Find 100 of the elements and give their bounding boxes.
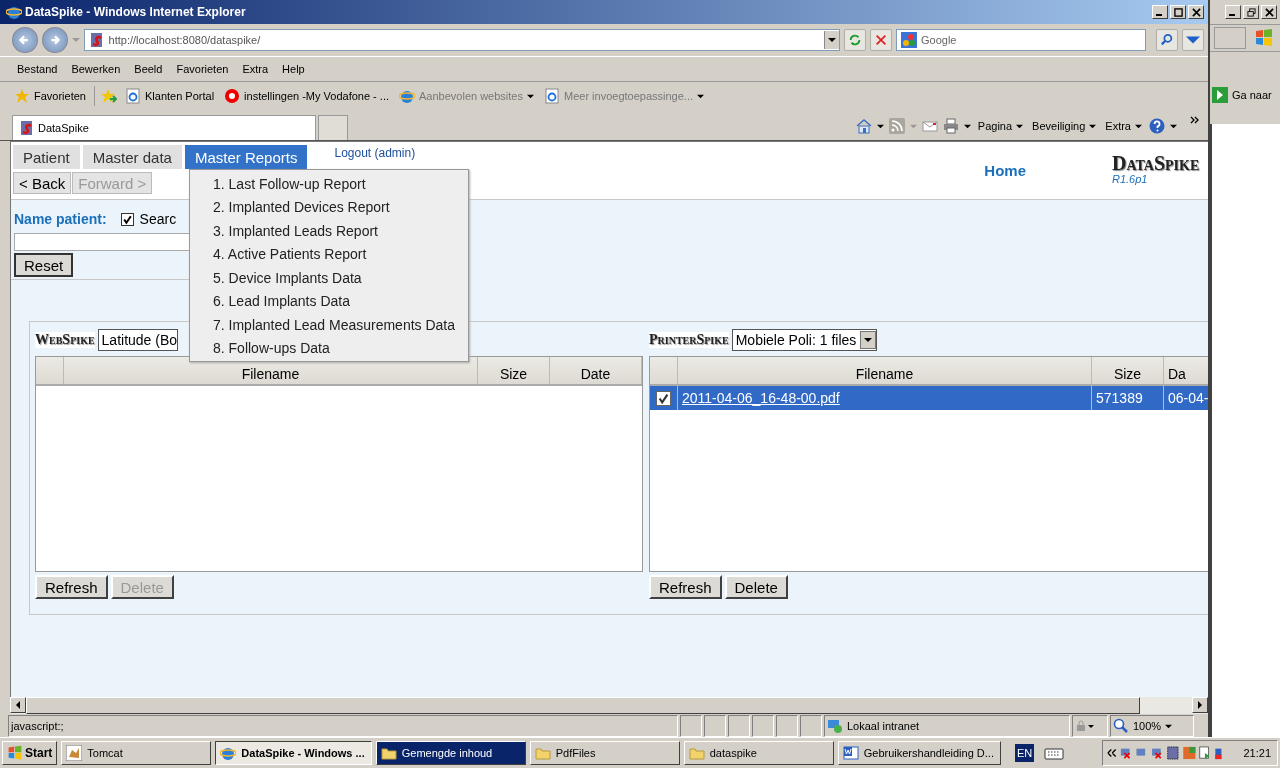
favorite-link[interactable]: instellingen -My Vodafone - ... xyxy=(222,88,391,104)
status-text: javascript:; xyxy=(8,715,678,737)
home-icon[interactable] xyxy=(855,118,872,134)
menu-item[interactable]: Favorieten xyxy=(169,63,236,75)
keyboard-icon[interactable] xyxy=(1044,746,1065,760)
nav-tab[interactable]: Master Reports xyxy=(184,145,308,169)
search-icon xyxy=(1160,33,1175,47)
globe-icon xyxy=(399,88,415,104)
clock: 21:21 xyxy=(1243,747,1271,759)
minimize-button[interactable] xyxy=(1152,5,1168,19)
folder-icon xyxy=(688,745,705,761)
mail-icon[interactable] xyxy=(921,118,938,134)
search-button[interactable] xyxy=(1156,29,1179,51)
caret-icon[interactable] xyxy=(1170,122,1177,130)
document-icon xyxy=(842,745,859,761)
checkbox[interactable] xyxy=(656,390,671,406)
search-box[interactable]: Google xyxy=(896,29,1147,51)
command-menu[interactable]: Pagina xyxy=(975,120,1026,132)
close-button[interactable] xyxy=(1261,5,1277,19)
site-icon xyxy=(88,32,105,48)
app-logo: DataSpike xyxy=(1112,152,1201,175)
panel-logo: PrinterSpike xyxy=(649,332,729,348)
checkbox[interactable] xyxy=(120,212,134,226)
search-options-button[interactable] xyxy=(1182,29,1204,51)
browser-logo-icon xyxy=(6,4,22,20)
source-select[interactable]: Latitude (Bo xyxy=(97,329,179,351)
more-icon[interactable] xyxy=(1190,116,1200,124)
horizontal-scrollbar[interactable] xyxy=(10,697,1208,714)
restore-button[interactable] xyxy=(1243,5,1259,19)
reset-button[interactable]: Reset xyxy=(14,253,74,277)
menu-item[interactable]: 4. Active Patients Report xyxy=(190,242,468,266)
windows-logo-icon xyxy=(7,745,23,761)
scroll-left-icon xyxy=(14,701,22,709)
history-button[interactable]: < Back xyxy=(13,172,72,194)
command-menu[interactable]: Extra xyxy=(1103,120,1144,132)
nav-tab[interactable]: Master data xyxy=(82,145,182,169)
menu-item[interactable]: 8. Follow-ups Data xyxy=(190,336,468,360)
caret-icon xyxy=(527,92,534,100)
caret-icon[interactable] xyxy=(876,122,884,130)
logout-link[interactable]: Logout (admin) xyxy=(334,146,416,160)
panel-button[interactable]: Refresh xyxy=(35,575,108,599)
stop-button[interactable] xyxy=(870,29,892,51)
taskbar-item[interactable]: dataspike xyxy=(683,741,834,765)
menu-item[interactable]: Beeld xyxy=(127,63,170,75)
target-icon xyxy=(224,88,241,104)
windows-logo-icon xyxy=(1254,28,1274,48)
folder-icon xyxy=(380,745,397,761)
menu-item[interactable]: 3. Implanted Leads Report xyxy=(190,219,468,243)
help-icon[interactable] xyxy=(1149,118,1165,134)
forward-button[interactable] xyxy=(41,27,68,53)
status-pane xyxy=(680,715,702,737)
menu-item[interactable]: 1. Last Follow-up Report xyxy=(190,172,468,196)
file-link[interactable]: 2011-04-06_16-48-00.pdf xyxy=(682,390,840,406)
zoom-level[interactable]: 100% xyxy=(1110,715,1194,737)
home-link[interactable]: Home xyxy=(984,162,1026,179)
menu-item[interactable]: Extra xyxy=(235,63,276,75)
browser-tab[interactable]: DataSpike xyxy=(12,115,316,140)
menu-item[interactable]: 7. Implanted Lead Measurements Data xyxy=(190,313,468,337)
taskbar-item[interactable]: DataSpike - Windows ... xyxy=(215,741,372,765)
status-pane xyxy=(776,715,798,737)
lock-icon xyxy=(1075,720,1095,732)
print-icon[interactable] xyxy=(942,118,959,134)
caret-icon xyxy=(1135,122,1142,130)
menu-item[interactable]: Bestand xyxy=(10,63,65,75)
protected-mode-button[interactable] xyxy=(1072,715,1108,737)
menu-item[interactable]: 2. Implanted Devices Report xyxy=(190,195,468,219)
panel-button[interactable]: Refresh xyxy=(649,575,722,599)
menu-item[interactable]: Help xyxy=(275,63,312,75)
start-button[interactable]: Start xyxy=(2,741,58,765)
panel-logo: WebSpike xyxy=(35,332,95,348)
menu-item[interactable]: Bewerken xyxy=(64,63,128,75)
app-icon xyxy=(66,745,83,761)
caret-icon[interactable] xyxy=(963,122,971,130)
back-button[interactable] xyxy=(12,27,38,53)
site-icon xyxy=(19,120,35,136)
command-menu[interactable]: Beveiliging xyxy=(1030,120,1099,132)
nav-tab[interactable]: Patient xyxy=(13,145,80,169)
window-title: DataSpike - Windows Internet Explorer xyxy=(25,5,247,19)
address-field[interactable]: http://localhost:8080/dataspike/ xyxy=(83,29,841,51)
go-button[interactable]: Ga naar xyxy=(1210,87,1274,103)
favorites-button[interactable]: Favorieten xyxy=(12,88,88,104)
security-zone: Lokaal intranet xyxy=(824,715,1070,737)
status-pane xyxy=(752,715,774,737)
menu-item[interactable]: 6. Lead Implants Data xyxy=(190,289,468,313)
table-row[interactable]: 2011-04-06_16-48-00.pdf 571389 06-04- xyxy=(650,386,1208,410)
taskbar-item[interactable]: PdfFiles xyxy=(529,741,680,765)
caret-icon xyxy=(1089,122,1097,130)
column-header: Filename xyxy=(678,357,1092,384)
close-button[interactable] xyxy=(1188,5,1204,19)
taskbar-item[interactable]: Tomcat xyxy=(61,741,212,765)
source-select[interactable]: Mobiele Poli: 1 files xyxy=(731,329,878,351)
language-indicator[interactable]: EN xyxy=(1014,744,1035,762)
dropdown-arrow-icon[interactable] xyxy=(864,336,873,344)
taskbar-item[interactable]: Gemengde inhoud xyxy=(375,741,526,765)
favorite-link[interactable]: Klanten Portal xyxy=(123,88,217,104)
minimize-button[interactable] xyxy=(1225,5,1241,19)
taskbar-item[interactable]: Gebruikershandleiding D... xyxy=(837,741,1001,765)
menu-item[interactable]: 5. Device Implants Data xyxy=(190,266,468,290)
maximize-button[interactable] xyxy=(1170,5,1186,19)
panel-button[interactable]: Delete xyxy=(724,575,788,599)
